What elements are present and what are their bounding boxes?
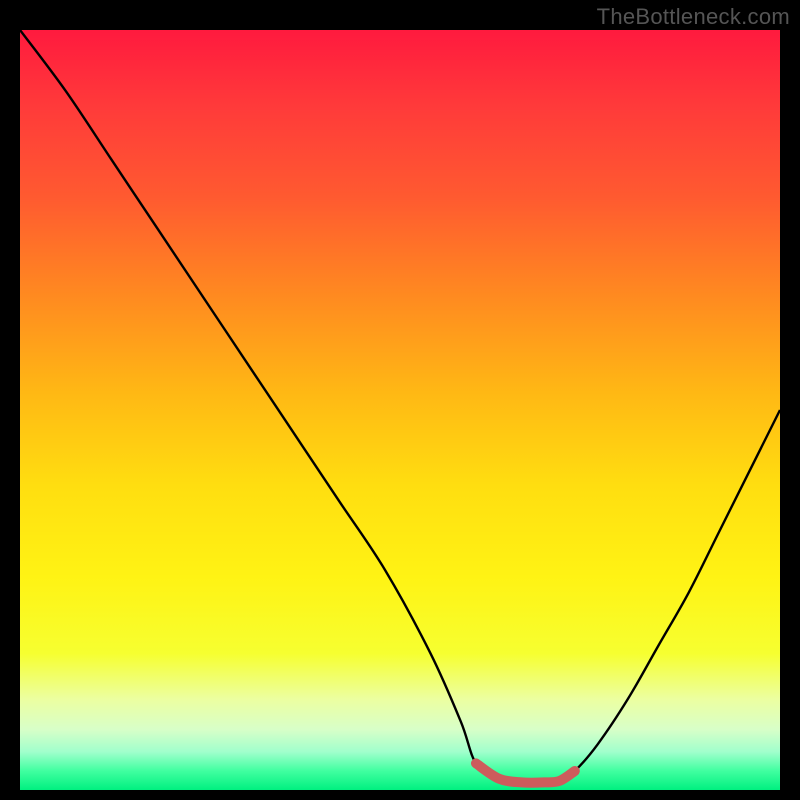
curve-svg — [20, 30, 780, 790]
chart-page: TheBottleneck.com — [0, 0, 800, 800]
plot-area — [20, 30, 780, 790]
watermark: TheBottleneck.com — [597, 4, 790, 30]
optimal-range-highlight — [476, 763, 575, 782]
plot-frame — [20, 30, 780, 790]
bottleneck-curve — [20, 30, 780, 783]
